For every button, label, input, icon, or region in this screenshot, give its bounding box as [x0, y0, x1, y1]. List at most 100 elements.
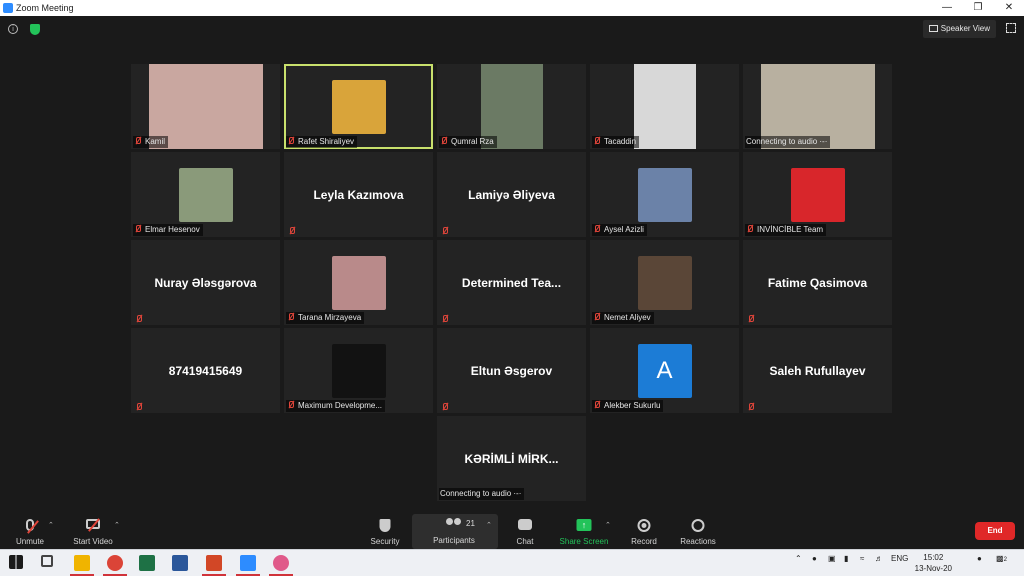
muted-mic-icon [747, 315, 754, 323]
close-button[interactable]: ✕ [994, 1, 1024, 15]
participant-display-name: 87419415649 [168, 363, 243, 378]
participant-tile[interactable]: Elmar Hesenov [131, 152, 280, 237]
participant-name: Tarana Mirzayeva [298, 313, 362, 322]
task-view-icon[interactable] [41, 555, 53, 567]
excel-icon[interactable] [139, 555, 155, 571]
participant-display-name: Eltun Əsgerov [470, 363, 553, 378]
muted-mic-icon [134, 225, 141, 233]
clock-date: 13-Nov-20 [914, 564, 952, 573]
muted-mic-icon [593, 313, 600, 321]
speaker-view-button[interactable]: Speaker View [922, 20, 996, 38]
participant-tile[interactable]: Qumral Rza [437, 64, 586, 149]
participant-display-name: Saleh Rufullayev [769, 363, 866, 378]
chrome-icon[interactable] [103, 555, 127, 576]
participant-name: INVİNCİBLE Team [757, 225, 824, 234]
tray-dot-icon[interactable]: ● [977, 554, 982, 563]
participant-tile[interactable]: Aysel Azizli [590, 152, 739, 237]
share-screen-icon: ↑ [576, 519, 592, 531]
participant-tile[interactable]: Nuray Ələsgərova [131, 240, 280, 325]
participant-tile[interactable]: Connecting to audio ·-· [743, 64, 892, 149]
participant-tile[interactable]: INVİNCİBLE Team [743, 152, 892, 237]
muted-mic-icon [593, 137, 600, 145]
reactions-button[interactable]: Reactions [677, 515, 719, 549]
share-screen-label: Share Screen [559, 537, 609, 546]
participant-tile[interactable]: Nemet Aliyev [590, 240, 739, 325]
avatar-letter: A [656, 356, 673, 384]
zoom-taskbar-icon[interactable] [236, 555, 260, 576]
participant-tile[interactable]: A Alekber Sukurlu [590, 328, 739, 413]
info-icon[interactable]: i [8, 24, 18, 34]
maximize-button[interactable]: ❐ [963, 1, 993, 15]
participant-video [331, 79, 386, 134]
minimize-button[interactable]: — [932, 1, 962, 15]
security-shield-icon [379, 519, 391, 532]
record-label: Record [631, 537, 657, 546]
participant-name: Maximum Developme... [298, 401, 383, 410]
participant-tile[interactable]: Determined Tea... [437, 240, 586, 325]
language-indicator[interactable]: ENG [891, 554, 908, 563]
participant-count: 21 [466, 519, 475, 528]
participant-name: Elmar Hesenov [145, 225, 200, 234]
chat-button[interactable]: Chat [509, 515, 541, 549]
wifi-icon[interactable]: ≈ [860, 554, 864, 563]
reactions-label: Reactions [680, 537, 716, 546]
video-options-caret[interactable]: ⌃ [114, 521, 120, 529]
start-video-button[interactable]: Start Video [70, 515, 116, 549]
participant-name-label: Kamil [133, 136, 169, 148]
meeting-toolbar: Unmute ⌃ Start Video ⌃ Security Particip… [0, 513, 1024, 549]
participant-tile[interactable]: Eltun Əsgerov [437, 328, 586, 413]
windows-start-icon[interactable] [9, 555, 23, 569]
participant-tile[interactable]: Lamiyə Əliyeva [437, 152, 586, 237]
action-center-icon[interactable]: ▩2 [996, 554, 1007, 563]
participant-tile[interactable]: Tarana Mirzayeva [284, 240, 433, 325]
file-explorer-icon[interactable] [70, 555, 94, 576]
unmute-button[interactable]: Unmute [10, 515, 50, 549]
muted-mic-icon [287, 137, 294, 145]
participant-name: Aysel Azizli [604, 225, 644, 234]
participant-video [790, 167, 845, 222]
end-meeting-button[interactable]: End [975, 522, 1015, 540]
participants-button[interactable]: Participants 21 ⌃ [412, 514, 498, 549]
reactions-smiley-icon [691, 519, 705, 532]
tray-mic-icon[interactable]: ● [812, 554, 817, 563]
participant-video [331, 255, 386, 310]
participant-display-name: Lamiyə Əliyeva [468, 187, 555, 202]
app-taskbar-icon[interactable] [269, 555, 293, 576]
muted-mic-icon [440, 137, 447, 145]
participant-display-name: Fatime Qasimova [767, 275, 868, 290]
participant-tile[interactable]: Fatime Qasimova [743, 240, 892, 325]
muted-mic-icon [288, 227, 295, 235]
volume-icon[interactable]: ♬ [875, 554, 883, 563]
battery-icon[interactable]: ▮ [844, 554, 848, 563]
powerpoint-icon[interactable] [202, 555, 226, 576]
participant-tile[interactable]: KƏRİMLİ MİRK... Connecting to audio ·-· [437, 416, 586, 501]
participant-video [637, 167, 692, 222]
participant-tile[interactable]: Saleh Rufullayev [743, 328, 892, 413]
share-options-caret[interactable]: ⌃ [605, 521, 611, 529]
participant-video [633, 64, 696, 149]
participant-tile[interactable]: Leyla Kazımova [284, 152, 433, 237]
security-button[interactable]: Security [366, 515, 404, 549]
tray-app-icon[interactable]: ▣ [828, 554, 836, 563]
share-screen-button[interactable]: ↑ Share Screen [558, 515, 610, 549]
participant-tile[interactable]: 87419415649 [131, 328, 280, 413]
record-button[interactable]: Record [626, 515, 662, 549]
participant-name: Connecting to audio ·-· [746, 137, 828, 146]
participant-name-label: Connecting to audio ·-· [745, 136, 831, 148]
participants-options-caret[interactable]: ⌃ [486, 521, 492, 529]
participant-tile[interactable]: Tacaddin [590, 64, 739, 149]
participant-tile[interactable]: Maximum Developme... [284, 328, 433, 413]
tray-chevron-icon[interactable]: ⌃ [795, 554, 802, 563]
encryption-shield-icon[interactable] [30, 24, 40, 35]
participant-name: Kamil [145, 137, 166, 146]
participant-tile[interactable]: Kamil [131, 64, 280, 149]
participant-tile[interactable]: Rafet Shiraliyev [284, 64, 433, 149]
muted-mic-icon [441, 227, 448, 235]
muted-mic-icon [593, 225, 600, 233]
clock[interactable]: 15:02 13-Nov-20 [915, 552, 952, 574]
word-icon[interactable] [172, 555, 188, 571]
fullscreen-icon[interactable] [1006, 23, 1016, 33]
audio-options-caret[interactable]: ⌃ [48, 521, 54, 529]
participant-name-label: Nemet Aliyev [592, 312, 654, 324]
participants-label: Participants [433, 536, 475, 545]
